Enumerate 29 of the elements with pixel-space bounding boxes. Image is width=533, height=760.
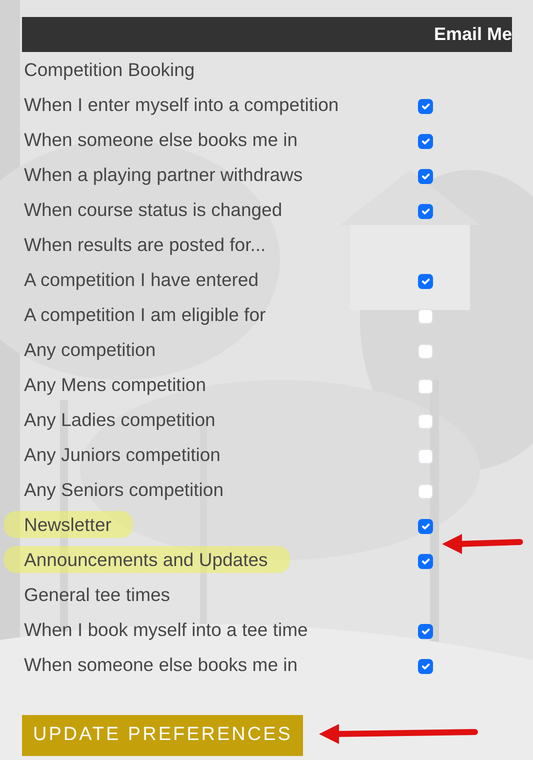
option-label: Any Juniors competition [23,442,222,467]
checkbox[interactable] [418,274,433,289]
option-label: Newsletter [4,510,134,538]
section-heading: When results are posted for... [23,232,267,257]
option-label: When I enter myself into a competition [23,92,340,117]
checkbox[interactable] [418,204,433,219]
option-label: When someone else books me in [23,128,299,152]
option-label: Any competition [23,338,157,362]
checkbox[interactable] [418,624,433,639]
checkbox[interactable] [418,134,433,149]
option-label: When course status is changed [23,198,284,222]
option-label: Announcements and Updates [4,546,290,574]
option-label: When a playing partner withdraws [23,162,304,187]
section-heading: General tee times [23,582,172,607]
checkbox[interactable] [418,519,433,534]
column-header: Email Me [22,17,512,52]
checkbox[interactable] [418,554,433,569]
option-label: When I book myself into a tee time [23,618,309,642]
option-label: When someone else books me in [23,652,299,677]
checkbox[interactable] [418,169,433,184]
option-label: Any Seniors competition [23,478,224,502]
option-label: Any Ladies competition [23,408,216,432]
option-label: A competition I am eligible for [23,302,267,327]
section-heading: Competition Booking [23,58,196,82]
update-preferences-button[interactable]: UPDATE PREFERENCES [22,715,304,756]
option-label: Any Mens competition [23,372,208,397]
option-label: A competition I have entered [23,268,260,292]
checkbox[interactable] [418,99,433,114]
checkbox[interactable] [418,659,433,674]
